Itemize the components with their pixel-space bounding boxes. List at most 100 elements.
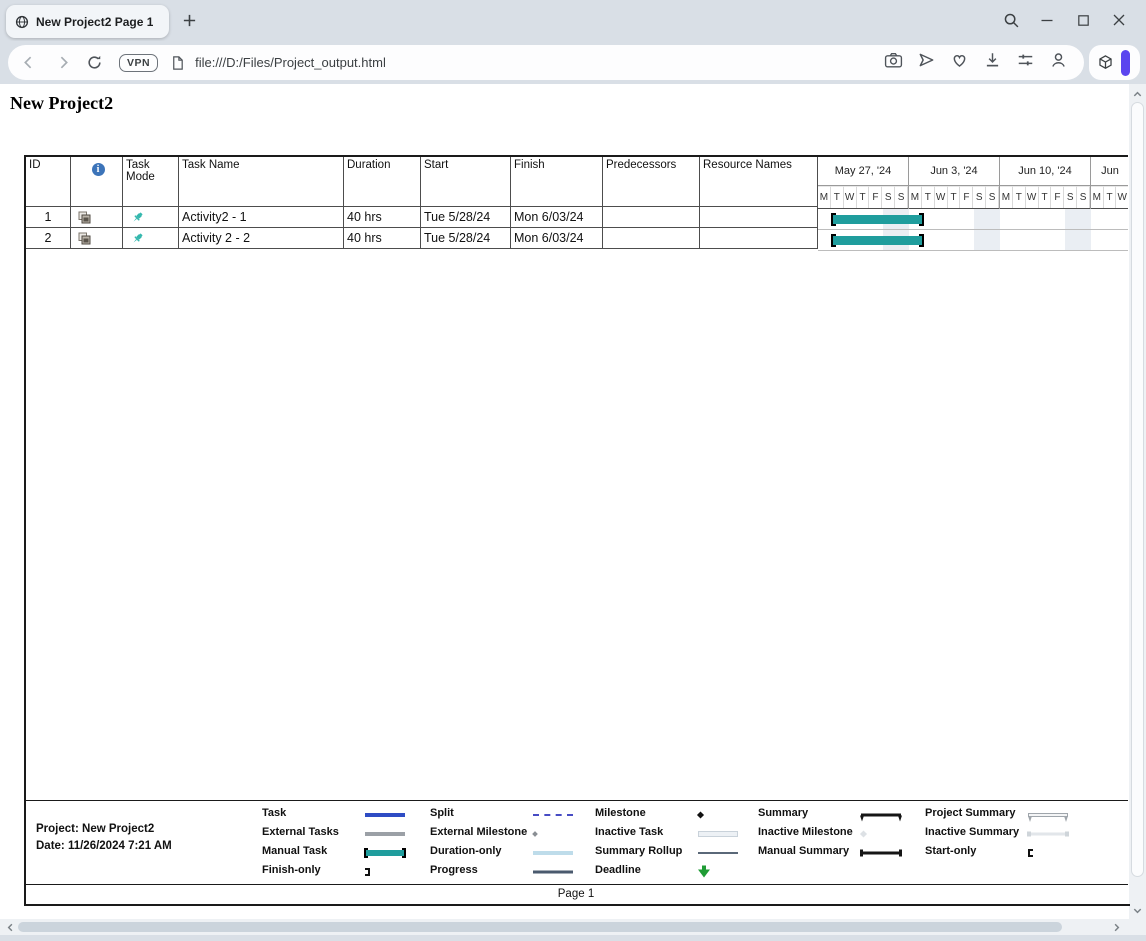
gantt-week: May 27, '24MTWTFSS <box>818 157 909 209</box>
gantt-day-label: S <box>1064 186 1077 208</box>
cell-predecessors <box>603 228 700 249</box>
gantt-day-label: S <box>1077 186 1090 208</box>
gantt-day-label: F <box>869 186 882 208</box>
legend-item: Progress <box>430 862 595 881</box>
extensions-card[interactable] <box>1089 45 1140 80</box>
legend-swatch <box>365 850 405 856</box>
legend-date-label: Date: 11/26/2024 7:21 AM <box>36 838 172 855</box>
page-content: New Project2 ID Task Mode Task Name Dura… <box>0 84 1146 941</box>
col-header-indicators <box>71 157 123 207</box>
address-bar[interactable]: VPN file:///D:/Files/Project_output.html <box>8 45 1084 80</box>
legend-item: Project Summary <box>925 805 1096 824</box>
col-header-id: ID <box>26 157 71 207</box>
legend-item: Start-only <box>925 843 1096 862</box>
share-button[interactable] <box>917 51 936 74</box>
legend-swatch <box>532 831 538 837</box>
gantt-day-label: W <box>1026 186 1039 208</box>
vertical-scrollbar-thumb[interactable] <box>1131 102 1144 877</box>
col-header-finish: Finish <box>511 157 603 207</box>
browser-tab[interactable]: New Project2 Page 1 <box>6 5 169 38</box>
cell-task-name: Activity2 - 1 <box>179 207 344 228</box>
pushpin-icon <box>130 210 145 225</box>
gantt-day-label: M <box>1000 186 1013 208</box>
col-header-task-name: Task Name <box>179 157 344 207</box>
page-icon <box>170 55 185 71</box>
legend-item: Summary <box>758 805 925 824</box>
cell-task-mode <box>123 228 179 249</box>
col-header-task-mode: Task Mode <box>123 157 179 207</box>
url-text[interactable]: file:///D:/Files/Project_output.html <box>195 55 386 70</box>
legend-box: Project: New Project2 Date: 11/26/2024 7… <box>24 800 1128 885</box>
weekend-shading <box>1078 209 1091 251</box>
weekend-shading <box>987 209 1000 251</box>
gantt-day-label: S <box>986 186 999 208</box>
gantt-day-label: W <box>844 186 857 208</box>
scroll-up-button[interactable] <box>1129 86 1146 102</box>
scroll-right-button[interactable] <box>1108 919 1124 935</box>
legend-item: Summary Rollup <box>595 843 758 862</box>
vpn-badge[interactable]: VPN <box>119 54 158 72</box>
new-tab-button[interactable] <box>178 9 200 31</box>
legend-swatch <box>697 811 704 818</box>
legend-item: Deadline <box>595 862 758 881</box>
screenshot-camera-button[interactable] <box>884 51 903 74</box>
legend-item: Manual Task <box>262 843 430 862</box>
gantt-day-label: T <box>1039 186 1052 208</box>
globe-icon <box>15 15 29 29</box>
cell-finish: Mon 6/03/24 <box>511 228 603 249</box>
gantt-bar <box>832 236 923 245</box>
cell-id: 1 <box>26 207 71 228</box>
gantt-day-label: F <box>960 186 973 208</box>
cube-extension-icon[interactable] <box>1097 54 1114 71</box>
legend-item: Inactive Summary <box>925 824 1096 843</box>
weekend-shading <box>974 209 987 251</box>
profile-button[interactable] <box>1049 51 1068 74</box>
download-button[interactable] <box>983 51 1002 74</box>
legend-swatch <box>698 831 738 837</box>
cell-indicators <box>71 228 123 249</box>
cell-duration: 40 hrs <box>344 207 421 228</box>
close-button[interactable] <box>1108 9 1130 31</box>
maximize-button[interactable] <box>1072 9 1094 31</box>
gantt-day-label: W <box>1116 186 1128 208</box>
gantt-chart: May 27, '24MTWTFSSJun 3, '24MTWTFSSJun 1… <box>818 157 1128 251</box>
back-button[interactable] <box>20 54 37 71</box>
tab-bar: New Project2 Page 1 <box>0 0 1146 41</box>
gantt-day-label: M <box>1091 186 1104 208</box>
legend-swatch <box>533 851 573 855</box>
legend-swatch <box>365 832 405 836</box>
vertical-scrollbar[interactable] <box>1129 84 1146 919</box>
scroll-left-button[interactable] <box>2 919 18 935</box>
gantt-day-label: S <box>973 186 986 208</box>
gantt-bar <box>832 215 923 224</box>
legend-item: External Milestone <box>430 824 595 843</box>
purple-pill-indicator[interactable] <box>1121 50 1130 76</box>
legend-swatch <box>698 852 738 854</box>
gantt-day-label: S <box>895 186 908 208</box>
pushpin-icon <box>130 231 145 246</box>
legend-item: Inactive Milestone <box>758 824 925 843</box>
legend-project-label: Project: New Project2 <box>36 821 172 838</box>
cell-task-name: Activity 2 - 2 <box>179 228 344 249</box>
horizontal-scrollbar[interactable] <box>0 919 1146 935</box>
gantt-day-label: W <box>935 186 948 208</box>
legend-item: Inactive Task <box>595 824 758 843</box>
gantt-day-label: T <box>1104 186 1117 208</box>
gantt-week: Jun 10, '24MTWTFSS <box>1000 157 1091 209</box>
cell-start: Tue 5/28/24 <box>421 207 511 228</box>
legend-swatch <box>533 870 573 873</box>
reload-button[interactable] <box>86 54 103 71</box>
tune-sliders-button[interactable] <box>1016 51 1035 74</box>
minimize-button[interactable] <box>1036 9 1058 31</box>
horizontal-scrollbar-thumb[interactable] <box>18 922 1062 932</box>
search-icon[interactable] <box>1000 9 1022 31</box>
legend-swatch <box>860 830 867 837</box>
legend-swatch <box>1028 813 1068 817</box>
gantt-day-label: T <box>857 186 870 208</box>
indicator-copy-icon <box>78 211 91 224</box>
gantt-week-label: Jun <box>1091 157 1128 186</box>
favorites-heart-button[interactable] <box>950 51 969 74</box>
scroll-down-button[interactable] <box>1129 902 1146 918</box>
page-number-footer: Page 1 <box>24 884 1128 906</box>
forward-button[interactable] <box>55 54 72 71</box>
